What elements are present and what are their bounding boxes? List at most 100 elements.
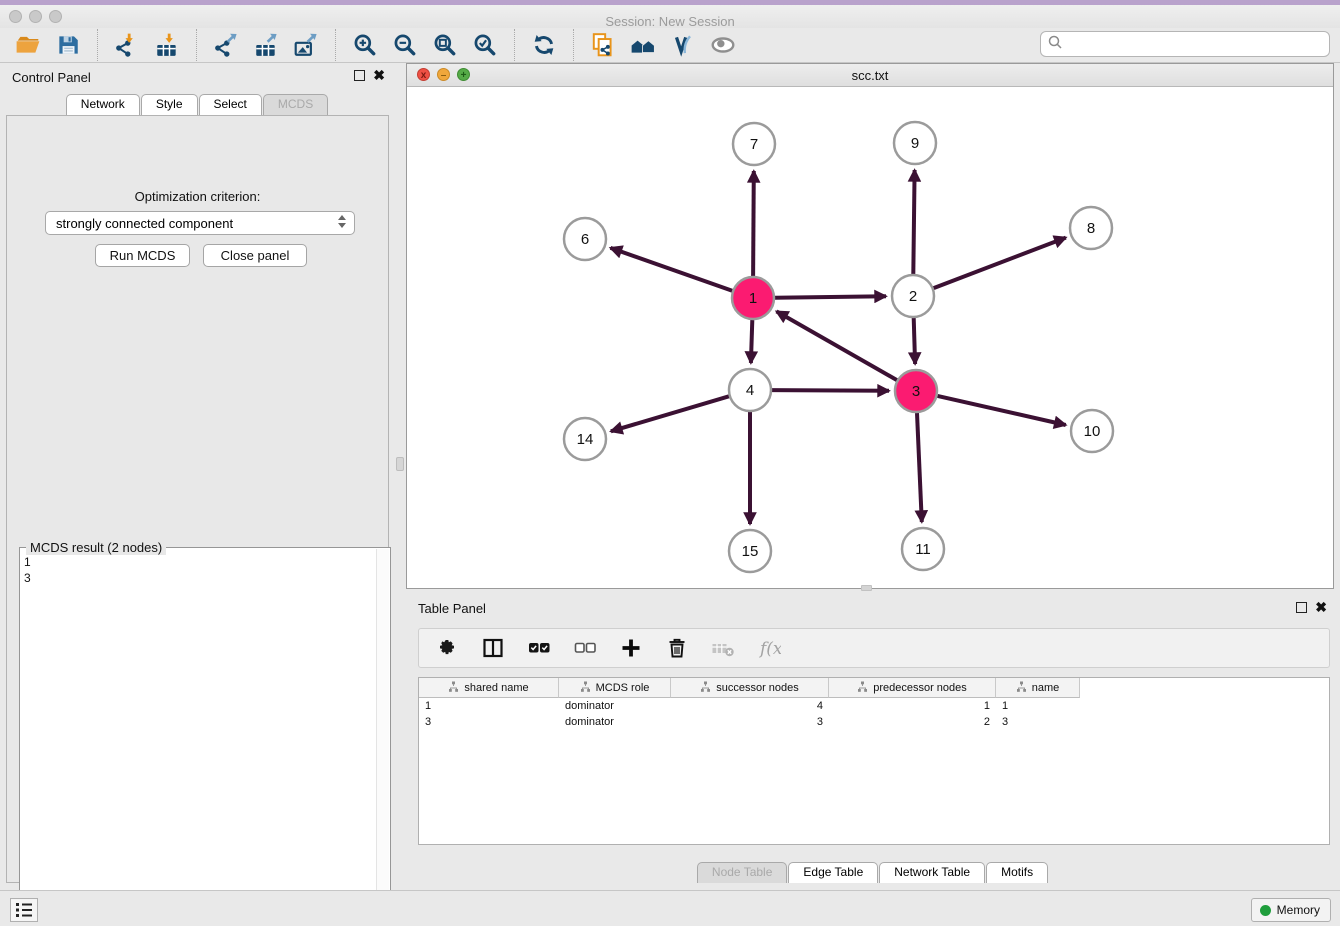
cell-name[interactable]: 1 (996, 698, 1080, 714)
tab-edge-table[interactable]: Edge Table (788, 862, 878, 883)
table-panel-title: Table Panel (418, 601, 486, 616)
svg-text:14: 14 (577, 431, 594, 448)
table-toolbar: f(x) (418, 628, 1330, 668)
network-canvas[interactable]: 1 2 3 4 6 7 8 9 10 11 14 15 (407, 87, 1333, 588)
edge-3-10[interactable] (938, 396, 1066, 425)
zoom-out-icon[interactable] (389, 30, 421, 60)
export-network-icon[interactable] (210, 30, 242, 60)
tab-network[interactable]: Network (66, 94, 140, 115)
edge-2-3[interactable] (914, 318, 915, 364)
import-table-icon[interactable] (151, 30, 183, 60)
deselect-all-icon[interactable] (569, 633, 601, 663)
column-header-MCDS-role[interactable]: MCDS role (559, 678, 671, 698)
svg-text:8: 8 (1087, 220, 1095, 237)
cell-successor-nodes[interactable]: 3 (671, 714, 829, 730)
node-3[interactable]: 3 (895, 370, 937, 412)
column-header-name[interactable]: name (996, 678, 1080, 698)
tab-mcds[interactable]: MCDS (263, 94, 328, 115)
edge-2-9[interactable] (913, 170, 914, 274)
network-window: x – + scc.txt 1234678910111415 (406, 63, 1334, 589)
edge-1-2[interactable] (775, 296, 886, 297)
optimization-select-value: strongly connected component (56, 216, 233, 231)
delete-row-icon[interactable] (661, 633, 693, 663)
column-header-shared-name[interactable]: shared name (419, 678, 559, 698)
optimization-select[interactable]: strongly connected component (45, 211, 355, 235)
close-panel-button[interactable]: Close panel (203, 244, 307, 267)
open-folder-icon[interactable] (12, 30, 44, 60)
node-14[interactable]: 14 (564, 418, 606, 460)
export-table-icon[interactable] (250, 30, 282, 60)
edge-1-7[interactable] (753, 171, 754, 276)
node-2[interactable]: 2 (892, 275, 934, 317)
search-input[interactable] (1063, 34, 1329, 54)
zoom-in-icon[interactable] (349, 30, 381, 60)
task-history-button[interactable] (10, 898, 38, 922)
column-header-successor-nodes[interactable]: successor nodes (671, 678, 829, 698)
node-10[interactable]: 10 (1071, 410, 1113, 452)
cell-name[interactable]: 3 (996, 714, 1080, 730)
edge-2-8[interactable] (934, 238, 1066, 289)
node-15[interactable]: 15 (729, 530, 771, 572)
node-7[interactable]: 7 (733, 123, 775, 165)
new-network-from-selection-icon[interactable] (587, 30, 619, 60)
edge-4-3[interactable] (772, 390, 889, 391)
tab-select[interactable]: Select (199, 94, 262, 115)
column-type-icon (1016, 681, 1027, 695)
select-all-icon[interactable] (523, 633, 555, 663)
close-panel-icon[interactable]: ✖ (373, 70, 385, 81)
tab-node-table[interactable]: Node Table (697, 862, 788, 883)
node-1[interactable]: 1 (732, 277, 774, 319)
svg-text:15: 15 (742, 543, 759, 560)
cell-predecessor-nodes[interactable]: 1 (829, 698, 996, 714)
export-image-icon[interactable] (290, 30, 322, 60)
column-label: shared name (464, 682, 528, 694)
float-table-panel-icon[interactable] (1296, 602, 1307, 613)
cell-shared-name[interactable]: 1 (419, 698, 559, 714)
show-graphics-details-icon[interactable] (707, 30, 739, 60)
save-session-icon[interactable] (52, 30, 84, 60)
cell-MCDS-role[interactable]: dominator (559, 714, 671, 730)
node-9[interactable]: 9 (894, 122, 936, 164)
edge-3-11[interactable] (917, 413, 922, 522)
edge-3-1[interactable] (777, 311, 897, 380)
column-header-predecessor-nodes[interactable]: predecessor nodes (829, 678, 996, 698)
add-row-icon[interactable] (615, 633, 647, 663)
zoom-fit-icon[interactable] (429, 30, 461, 60)
tab-motifs[interactable]: Motifs (986, 862, 1048, 883)
edge-4-14[interactable] (611, 396, 729, 431)
memory-button[interactable]: Memory (1251, 898, 1331, 922)
tab-style[interactable]: Style (141, 94, 198, 115)
control-panel-title: Control Panel (12, 70, 91, 85)
vertical-splitter-grip[interactable] (396, 457, 404, 471)
memory-status-icon (1260, 905, 1271, 916)
tab-network-table[interactable]: Network Table (879, 862, 985, 883)
float-panel-icon[interactable] (354, 70, 365, 81)
cell-shared-name[interactable]: 3 (419, 714, 559, 730)
node-4[interactable]: 4 (729, 369, 771, 411)
table-body: 1dominator4113dominator323 (419, 698, 1329, 730)
cell-MCDS-role[interactable]: dominator (559, 698, 671, 714)
apply-style-icon[interactable] (667, 30, 699, 60)
edge-1-4[interactable] (751, 320, 752, 363)
result-scrollbar[interactable] (376, 549, 389, 921)
node-8[interactable]: 8 (1070, 207, 1112, 249)
network-overview-icon[interactable] (627, 30, 659, 60)
svg-text:7: 7 (750, 136, 758, 153)
node-6[interactable]: 6 (564, 218, 606, 260)
toolbar-separator (196, 29, 197, 61)
control-panel-body: Optimization criterion: strongly connect… (6, 115, 389, 883)
show-columns-icon[interactable] (477, 633, 509, 663)
cell-predecessor-nodes[interactable]: 2 (829, 714, 996, 730)
edge-1-6[interactable] (611, 248, 733, 291)
close-table-panel-icon[interactable]: ✖ (1315, 602, 1327, 613)
settings-gear-icon[interactable] (431, 633, 463, 663)
control-panel-tabs: NetworkStyleSelectMCDS (0, 94, 395, 115)
horizontal-splitter-grip[interactable] (861, 585, 872, 591)
node-11[interactable]: 11 (902, 528, 944, 570)
refresh-icon[interactable] (528, 30, 560, 60)
cell-successor-nodes[interactable]: 4 (671, 698, 829, 714)
zoom-selected-icon[interactable] (469, 30, 501, 60)
run-mcds-button[interactable]: Run MCDS (95, 244, 190, 267)
mcds-result-list[interactable]: 13 (24, 554, 31, 586)
import-network-icon[interactable] (111, 30, 143, 60)
